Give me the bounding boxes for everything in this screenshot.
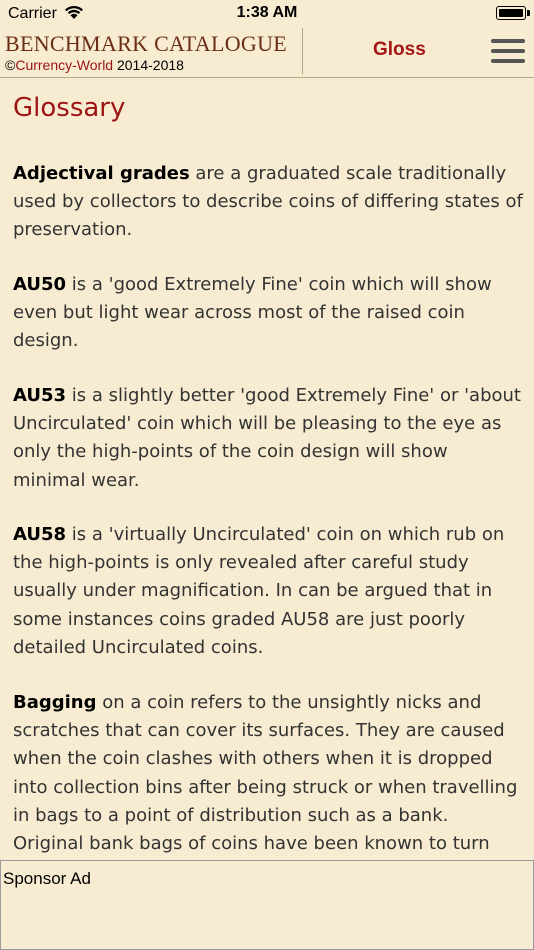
glossary-term: AU50 (13, 274, 67, 295)
glossary-entry: AU53 is a slightly better 'good Extremel… (13, 382, 523, 495)
brand-title: BENCHMARK CATALOGUE (5, 31, 287, 56)
glossary-definition: is a slightly better 'good Extremely Fin… (13, 385, 521, 491)
glossary-entry: AU50 is a 'good Extremely Fine' coin whi… (13, 271, 523, 356)
glossary-definition: is a 'virtually Uncirculated' coin on wh… (13, 524, 505, 658)
brand-name: Currency-World (15, 57, 114, 73)
glossary-term: AU58 (13, 524, 67, 545)
brand-copyright: ©Currency-World 2014-2018 (5, 57, 184, 73)
header-divider (302, 28, 303, 74)
sponsor-ad-label: Sponsor Ad (3, 869, 91, 888)
glossary-entry: Bagging on a coin refers to the unsightl… (13, 689, 523, 858)
glossary-definition: is a 'good Extremely Fine' coin which wi… (13, 274, 492, 352)
app-header: BENCHMARK CATALOGUE ©Currency-World 2014… (0, 28, 534, 78)
glossary-term: Bagging (13, 692, 97, 713)
glossary-content[interactable]: Glossary Adjectival grades are a graduat… (0, 78, 534, 860)
glossary-entry: Adjectival grades are a graduated scale … (13, 160, 523, 245)
clock: 1:38 AM (236, 4, 298, 21)
glossary-term: AU53 (13, 385, 67, 406)
page-title: Glossary (13, 93, 126, 123)
section-tab-gloss[interactable]: Gloss (373, 39, 426, 61)
battery-icon (496, 6, 530, 20)
copyright-years: 2014-2018 (113, 57, 184, 73)
sponsor-ad-banner[interactable]: Sponsor Ad (0, 860, 534, 950)
copyright-symbol: © (5, 57, 16, 73)
status-bar: Carrier 1:38 AM (0, 0, 534, 28)
glossary-entry: AU58 is a 'virtually Uncirculated' coin … (13, 521, 523, 662)
glossary-term: Adjectival grades (13, 163, 190, 184)
hamburger-menu-icon[interactable] (488, 36, 528, 66)
glossary-definition: on a coin refers to the unsightly nicks … (13, 692, 518, 855)
